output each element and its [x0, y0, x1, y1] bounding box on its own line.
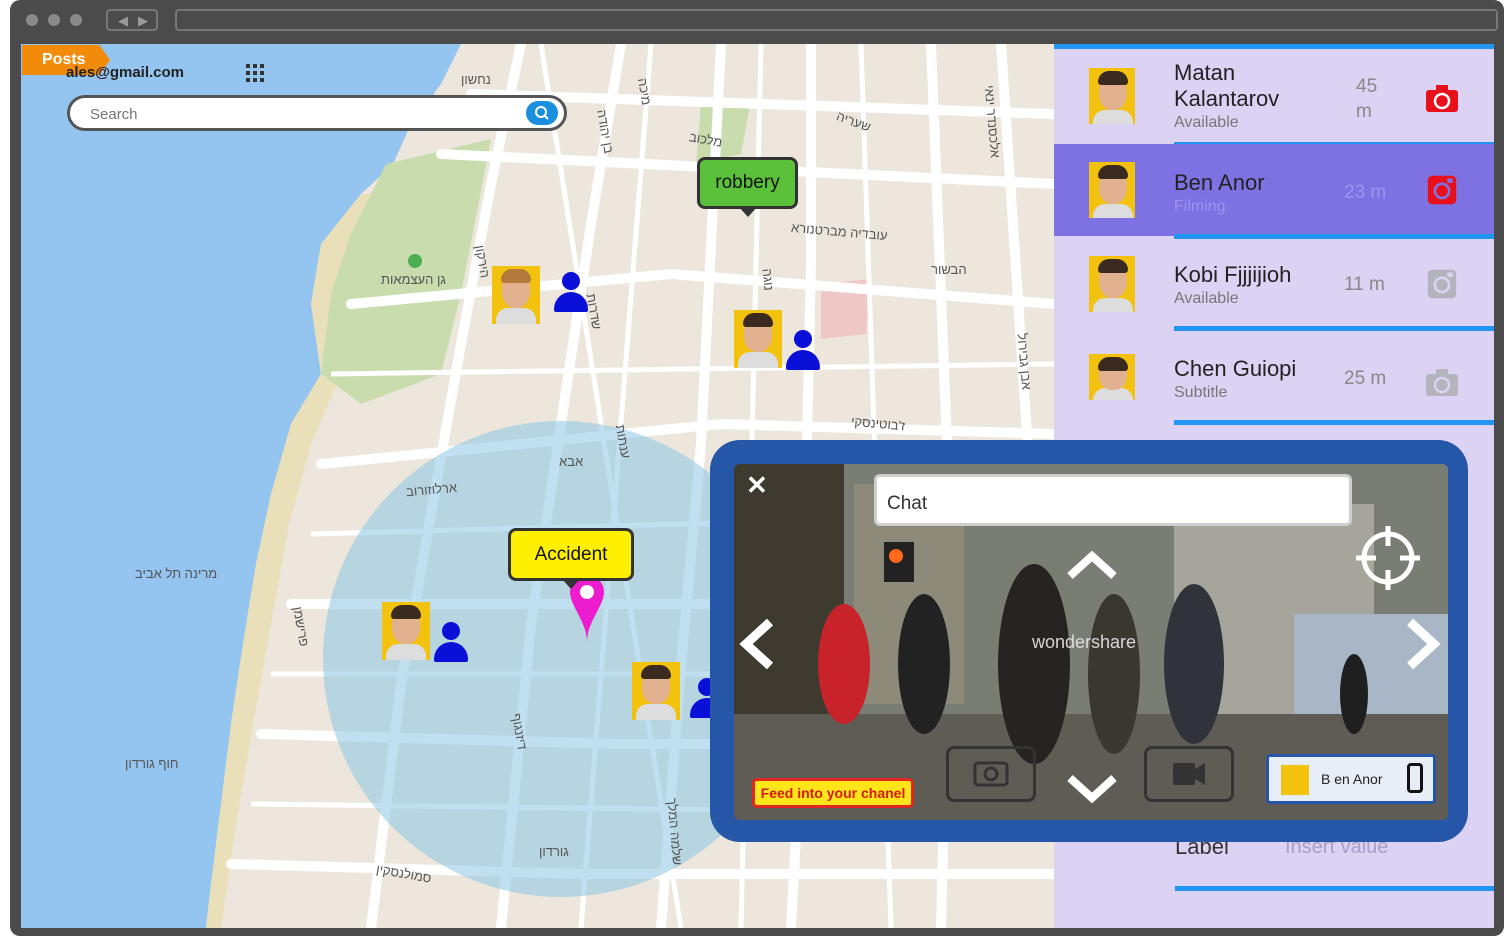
sidebar-divider [1175, 886, 1494, 891]
sidebar-divider [1174, 420, 1494, 425]
title-bar: ◀ ▶ [10, 0, 1504, 44]
instagram-camera-icon[interactable] [1424, 268, 1460, 300]
street-label: חוף גורדון [125, 756, 179, 771]
person-icon[interactable] [552, 272, 590, 314]
user-name: Ben Anor [1174, 170, 1265, 195]
user-distance: 25 m [1344, 368, 1387, 389]
sidebar-item-user[interactable]: Kobi Fjjjijioh Available 11 m [1054, 240, 1494, 332]
video-stream[interactable]: wondershare Chat ✕ Feed into your chanel… [734, 464, 1448, 820]
window-dot-maximize[interactable] [70, 14, 82, 26]
sidebar-item-user[interactable]: Chen Guiopi Subtitle 25 m [1054, 334, 1494, 426]
avatar [1089, 68, 1135, 124]
back-arrow-icon[interactable]: ◀ [118, 13, 128, 29]
user-avatar-marker[interactable] [734, 310, 782, 368]
search-input[interactable] [88, 103, 512, 125]
user-name: Chen Guiopi [1174, 356, 1297, 381]
sidebar-divider [1174, 234, 1494, 239]
camera-icon[interactable] [1424, 366, 1460, 398]
address-bar[interactable] [175, 9, 1498, 31]
video-camera-icon [1173, 763, 1205, 785]
search-button[interactable] [526, 101, 558, 125]
person-icon[interactable] [688, 678, 710, 720]
person-icon[interactable] [432, 622, 470, 664]
avatar [1089, 256, 1135, 312]
camera-icon [973, 761, 1009, 787]
streaming-user-chip[interactable]: B en Anor [1266, 754, 1436, 804]
apps-grid-icon[interactable] [246, 64, 264, 82]
search-bar [67, 95, 567, 131]
chevron-down-icon[interactable] [1064, 772, 1120, 806]
window-dot-minimize[interactable] [48, 14, 60, 26]
streaming-user-name: B en Anor [1321, 771, 1383, 787]
live-video-panel: wondershare Chat ✕ Feed into your chanel… [710, 440, 1468, 842]
crosshair-icon[interactable] [1354, 524, 1422, 592]
accident-callout[interactable]: Accident [508, 528, 634, 589]
chevron-up-icon[interactable] [1064, 548, 1120, 582]
watermark-text: wondershare [1032, 632, 1137, 652]
phone-icon [1407, 763, 1423, 793]
photo-capture-button[interactable] [946, 746, 1036, 802]
user-status: Subtitle [1174, 384, 1228, 401]
sidebar-item-user-active[interactable]: Ben Anor Filming 23 m [1054, 144, 1494, 236]
user-status: Available [1174, 114, 1239, 131]
user-avatar-marker[interactable] [382, 602, 430, 660]
street-label: נחשון [461, 72, 491, 87]
search-icon [535, 106, 549, 120]
robbery-callout[interactable]: robbery [697, 157, 798, 217]
instagram-camera-icon[interactable] [1424, 174, 1460, 206]
nav-buttons[interactable]: ◀ ▶ [106, 9, 158, 31]
video-record-button[interactable] [1144, 746, 1234, 802]
street-label: גורדון [539, 844, 569, 859]
street-label: נוגה [759, 267, 777, 292]
chevron-left-icon[interactable] [734, 614, 778, 674]
street-label: אבא [559, 454, 584, 469]
avatar [1089, 162, 1135, 218]
user-avatar-marker[interactable] [492, 266, 540, 324]
window-dot-close[interactable] [26, 14, 38, 26]
feed-channel-button[interactable]: Feed into your chanel [752, 778, 914, 808]
avatar [1281, 765, 1309, 795]
user-distance: 45 m [1356, 76, 1378, 122]
close-icon[interactable]: ✕ [746, 470, 768, 501]
camera-icon[interactable] [1424, 82, 1460, 114]
sidebar-item-user[interactable]: Matan Kalantarov Available 45 m [1054, 52, 1494, 144]
street-label: מרינה תל אביב [135, 566, 218, 581]
avatar [1089, 354, 1135, 400]
user-distance: 11 m [1344, 274, 1385, 295]
user-status: Available [1174, 290, 1239, 307]
user-avatar-marker[interactable] [632, 662, 680, 720]
forward-arrow-icon[interactable]: ▶ [138, 13, 148, 29]
chat-input[interactable]: Chat [874, 474, 1352, 526]
sidebar-top-divider [1054, 44, 1494, 49]
user-email: ales@gmail.com [66, 64, 185, 81]
user-status: Filming [1174, 198, 1226, 215]
user-name: Kobi Fjjjijioh [1174, 262, 1292, 287]
sidebar-divider [1174, 326, 1494, 331]
street-label: הבשור [931, 262, 967, 277]
user-distance: 23 m [1344, 182, 1387, 203]
user-name: Matan Kalantarov [1174, 60, 1280, 111]
street-label: גן העצמאות [381, 272, 446, 287]
person-icon[interactable] [784, 330, 822, 372]
chevron-right-icon[interactable] [1402, 614, 1446, 674]
